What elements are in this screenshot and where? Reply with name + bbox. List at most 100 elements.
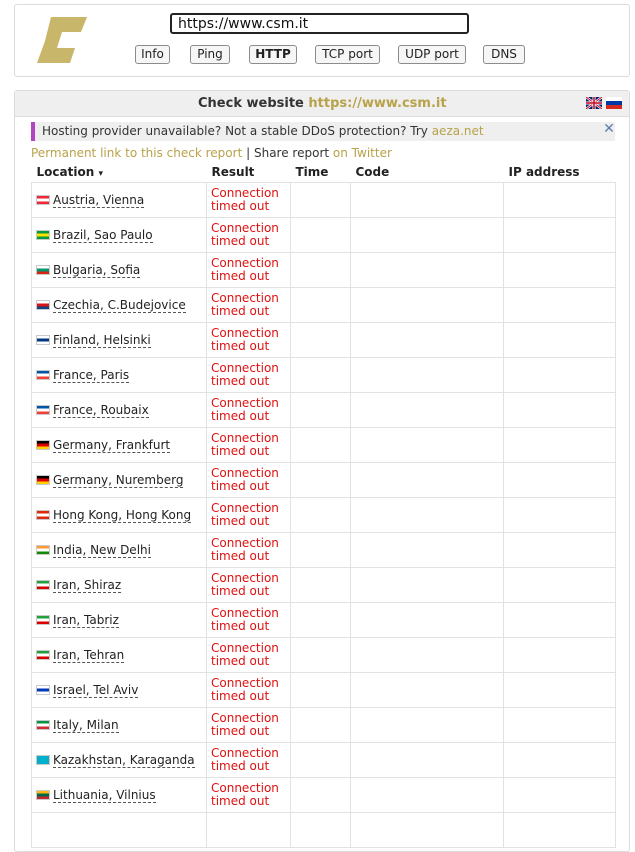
table-row: France, Roubaix Connection timed out: [31, 392, 616, 428]
location-link[interactable]: Czechia, C.Budejovice: [53, 298, 186, 314]
table-header-row: Location ▾ Result Time Code IP address: [31, 162, 616, 183]
time-cell: [290, 182, 351, 218]
table-row: Lithuania, Vilnius Connection timed out: [31, 777, 616, 813]
dns-button[interactable]: DNS: [483, 45, 525, 64]
country-flag-icon: [36, 720, 50, 731]
result-line-2: timed out: [211, 444, 270, 458]
location-cell: [31, 812, 207, 848]
sort-icon[interactable]: ▾: [98, 169, 103, 179]
time-cell: [290, 742, 351, 778]
location-cell: Italy, Milan: [31, 707, 207, 743]
code-header: Code: [350, 162, 504, 183]
location-link[interactable]: Bulgaria, Sofia: [53, 263, 141, 279]
location-cell: France, Paris: [31, 357, 207, 393]
result-line-2: timed out: [211, 689, 270, 703]
location-link[interactable]: Iran, Shiraz: [53, 578, 122, 594]
location-cell: Iran, Shiraz: [31, 567, 207, 603]
location-link[interactable]: India, New Delhi: [53, 543, 151, 559]
udp-port-button[interactable]: UDP port: [398, 45, 466, 64]
result-cell: Connection timed out: [206, 322, 291, 358]
location-link[interactable]: France, Paris: [53, 368, 130, 384]
code-cell: [350, 217, 504, 253]
country-flag-icon: [36, 685, 50, 696]
panel-header: Check website https://www.csm.it: [15, 91, 629, 117]
time-cell: [290, 392, 351, 428]
location-link[interactable]: Lithuania, Vilnius: [53, 788, 156, 804]
table-row: Finland, Helsinki Connection timed out: [31, 322, 616, 358]
country-flag-icon: [36, 335, 50, 346]
result-line-2: timed out: [211, 514, 270, 528]
location-link[interactable]: Iran, Tehran: [53, 648, 125, 664]
close-icon[interactable]: ✕: [602, 122, 616, 136]
permalink-link[interactable]: Permanent link to this check report: [31, 146, 242, 160]
location-link[interactable]: Austria, Vienna: [53, 193, 145, 209]
table-row: Italy, Milan Connection timed out: [31, 707, 616, 743]
location-link[interactable]: Germany, Nuremberg: [53, 473, 184, 489]
location-link[interactable]: Germany, Frankfurt: [53, 438, 171, 454]
tcp-port-button[interactable]: TCP port: [315, 45, 380, 64]
title-prefix: Check website: [198, 96, 304, 111]
result-line-2: timed out: [211, 269, 270, 283]
code-cell: [350, 182, 504, 218]
time-cell: [290, 252, 351, 288]
location-link[interactable]: Hong Kong, Hong Kong: [53, 508, 192, 524]
location-link[interactable]: Italy, Milan: [53, 718, 119, 734]
http-button[interactable]: HTTP: [249, 45, 297, 64]
country-flag-icon: [36, 475, 50, 486]
country-flag-icon: [36, 510, 50, 521]
time-cell: [290, 287, 351, 323]
table-row: France, Paris Connection timed out: [31, 357, 616, 393]
ip-cell: [503, 532, 616, 568]
links-separator: |: [246, 146, 251, 160]
location-link[interactable]: Israel, Tel Aviv: [53, 683, 139, 699]
russian-flag-icon[interactable]: [606, 97, 622, 109]
ip-cell: [503, 322, 616, 358]
info-button[interactable]: Info: [135, 45, 170, 64]
url-input[interactable]: [170, 13, 469, 34]
location-link[interactable]: Kazakhstan, Karaganda: [53, 753, 195, 769]
result-cell: Connection timed out: [206, 357, 291, 393]
twitter-link[interactable]: on Twitter: [333, 146, 392, 160]
table-row: Israel, Tel Aviv Connection timed out: [31, 672, 616, 708]
location-link[interactable]: France, Roubaix: [53, 403, 149, 419]
result-header: Result: [206, 162, 291, 183]
promo-text: Hosting provider unavailable? Not a stab…: [42, 124, 484, 138]
table-row: Iran, Tabriz Connection timed out: [31, 602, 616, 638]
english-flag-icon[interactable]: [586, 97, 602, 109]
code-cell: [350, 602, 504, 638]
ip-cell: [503, 217, 616, 253]
ip-cell: [503, 182, 616, 218]
location-link[interactable]: Finland, Helsinki: [53, 333, 151, 349]
result-cell: Connection timed out: [206, 182, 291, 218]
code-cell: [350, 287, 504, 323]
ip-cell: [503, 497, 616, 533]
ip-cell: [503, 707, 616, 743]
country-flag-icon: [36, 300, 50, 311]
result-line-2: timed out: [211, 304, 270, 318]
time-cell: [290, 427, 351, 463]
location-cell: Kazakhstan, Karaganda: [31, 742, 207, 778]
ip-cell: [503, 672, 616, 708]
result-line-2: timed out: [211, 374, 270, 388]
header-box: Info Ping HTTP TCP port UDP port DNS: [14, 4, 630, 77]
location-link[interactable]: Iran, Tabriz: [53, 613, 119, 629]
location-header[interactable]: Location ▾: [31, 162, 207, 183]
ping-button[interactable]: Ping: [190, 45, 230, 64]
location-cell: Israel, Tel Aviv: [31, 672, 207, 708]
time-cell: [290, 812, 351, 848]
country-flag-icon: [36, 230, 50, 241]
time-cell: [290, 532, 351, 568]
time-cell: [290, 217, 351, 253]
results-panel: Check website https://www.csm.it Hosting…: [14, 90, 630, 852]
code-cell: [350, 567, 504, 603]
time-cell: [290, 707, 351, 743]
location-cell: France, Roubaix: [31, 392, 207, 428]
code-cell: [350, 742, 504, 778]
site-logo[interactable]: [37, 15, 89, 65]
location-link[interactable]: Brazil, Sao Paulo: [53, 228, 153, 244]
promo-link[interactable]: aeza.net: [432, 124, 484, 138]
time-cell: [290, 672, 351, 708]
code-cell: [350, 392, 504, 428]
result-line-2: timed out: [211, 199, 270, 213]
location-cell: Czechia, C.Budejovice: [31, 287, 207, 323]
